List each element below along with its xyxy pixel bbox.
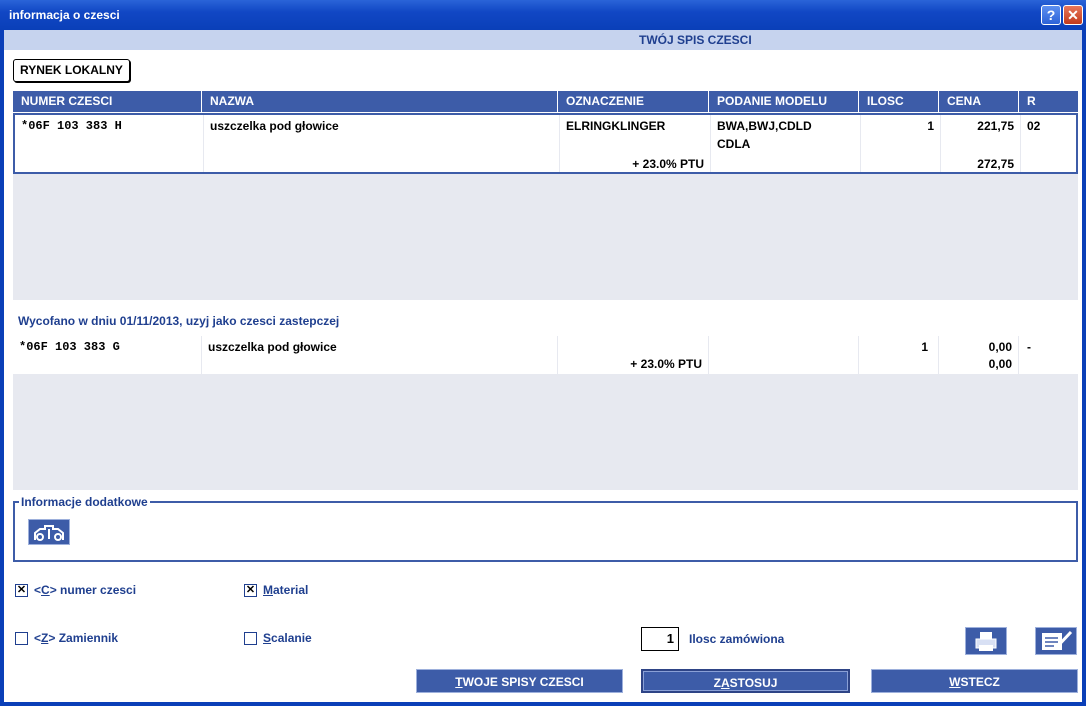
window-frame-left <box>0 30 4 706</box>
cell-cena: 0,00 0,00 <box>939 336 1019 374</box>
col-header-cena[interactable]: CENA <box>939 91 1019 112</box>
price-gross: 272,75 <box>977 157 1014 171</box>
col-header-r[interactable]: R <box>1019 91 1078 112</box>
rynek-lokalny-button[interactable]: RYNEK LOKALNY <box>13 59 130 82</box>
col-header-nazwa[interactable]: NAZWA <box>202 91 558 112</box>
quantity-input[interactable]: 1 <box>641 627 679 651</box>
cell-model <box>709 336 859 374</box>
material-checkbox[interactable]: ✕ <box>244 584 257 597</box>
col-header-numer[interactable]: NUMER CZESCI <box>13 91 202 112</box>
cell-numer: *06F 103 383 H <box>15 115 204 172</box>
printer-icon <box>975 632 997 651</box>
r-value: 02 <box>1027 119 1041 133</box>
cell-ilosc: 1 <box>861 115 941 172</box>
cell-nazwa: uszczelka pod głowice <box>202 336 558 374</box>
close-button[interactable]: ✕ <box>1063 5 1083 25</box>
part-name: uszczelka pod głowice <box>208 340 337 354</box>
edit-notes-icon <box>1042 630 1073 650</box>
price-net: 0,00 <box>988 340 1012 354</box>
window-frame-right <box>1082 30 1086 706</box>
ptu-rate: + 23.0% PTU <box>630 357 702 371</box>
part-brand: ELRINGKLINGER <box>566 119 666 133</box>
scalanie-label[interactable]: Scalanie <box>263 631 312 645</box>
cell-nazwa: uszczelka pod głowice <box>204 115 560 172</box>
list-title: TWÓJ SPIS CZESCI <box>639 33 752 47</box>
col-header-oznaczenie[interactable]: OZNACZENIE <box>558 91 709 112</box>
ptu-rate: + 23.0% PTU <box>632 157 704 171</box>
r-value: - <box>1027 340 1031 354</box>
cell-numer: *06F 103 383 G <box>13 336 202 374</box>
wstecz-button[interactable]: WSTECZ <box>871 669 1078 693</box>
model-line-1: BWA,BWJ,CDLD <box>717 119 812 133</box>
window-frame-bottom <box>0 702 1086 706</box>
replacement-table: *06F 103 383 G uszczelka pod głowice + 2… <box>13 336 1078 490</box>
cell-ilosc: 1 <box>859 336 939 374</box>
window-title: informacja o czesci <box>9 8 120 22</box>
edit-notes-button[interactable] <box>1035 627 1077 655</box>
zamiennik-checkbox[interactable] <box>15 632 28 645</box>
price-net: 221,75 <box>977 119 1014 133</box>
model-line-2: CDLA <box>717 137 751 151</box>
material-label[interactable]: Material <box>263 583 308 597</box>
numer-czesci-checkbox[interactable]: ✕ <box>15 584 28 597</box>
part-number: *06F 103 383 G <box>19 340 120 354</box>
table-row[interactable]: *06F 103 383 G uszczelka pod głowice + 2… <box>13 336 1078 374</box>
quantity-value: 1 <box>927 119 934 133</box>
additional-info-panel <box>13 501 1078 562</box>
title-bar: informacja o czesci ? ✕ <box>0 0 1086 30</box>
engine-icon[interactable] <box>28 519 70 545</box>
cell-oznaczenie: ELRINGKLINGER + 23.0% PTU <box>560 115 711 172</box>
cell-oznaczenie: + 23.0% PTU <box>558 336 709 374</box>
cell-r: - <box>1019 336 1078 374</box>
quantity-label: Ilosc zamówiona <box>689 632 785 646</box>
additional-info-label: Informacje dodatkowe <box>19 495 150 509</box>
print-button[interactable] <box>965 627 1007 655</box>
cell-r: 02 <box>1021 115 1078 172</box>
twoje-spisy-button[interactable]: TWOJE SPISY CZESCI <box>416 669 623 693</box>
list-header-bar: TWÓJ SPIS CZESCI <box>4 30 1082 50</box>
zamiennik-label[interactable]: <Z> Zamiennik <box>34 631 118 645</box>
table-row[interactable]: *06F 103 383 H uszczelka pod głowice ELR… <box>13 113 1078 174</box>
part-number: *06F 103 383 H <box>21 119 122 133</box>
withdrawn-notice: Wycofano w dniu 01/11/2013, uzyj jako cz… <box>18 314 340 328</box>
cell-model: BWA,BWJ,CDLD CDLA <box>711 115 861 172</box>
numer-czesci-label[interactable]: <C> numer czesci <box>34 583 136 597</box>
help-button[interactable]: ? <box>1041 5 1061 25</box>
cell-cena: 221,75 272,75 <box>941 115 1021 172</box>
col-header-ilosc[interactable]: ILOSC <box>859 91 939 112</box>
table-header: NUMER CZESCI NAZWA OZNACZENIE PODANIE MO… <box>13 91 1078 112</box>
parts-table: *06F 103 383 H uszczelka pod głowice ELR… <box>13 113 1078 300</box>
price-gross: 0,00 <box>988 357 1012 371</box>
quantity-value: 1 <box>921 340 928 354</box>
col-header-model[interactable]: PODANIE MODELU <box>709 91 859 112</box>
zastosuj-button[interactable]: ZASTOSUJ <box>641 669 850 693</box>
part-name: uszczelka pod głowice <box>210 119 339 133</box>
scalanie-checkbox[interactable] <box>244 632 257 645</box>
